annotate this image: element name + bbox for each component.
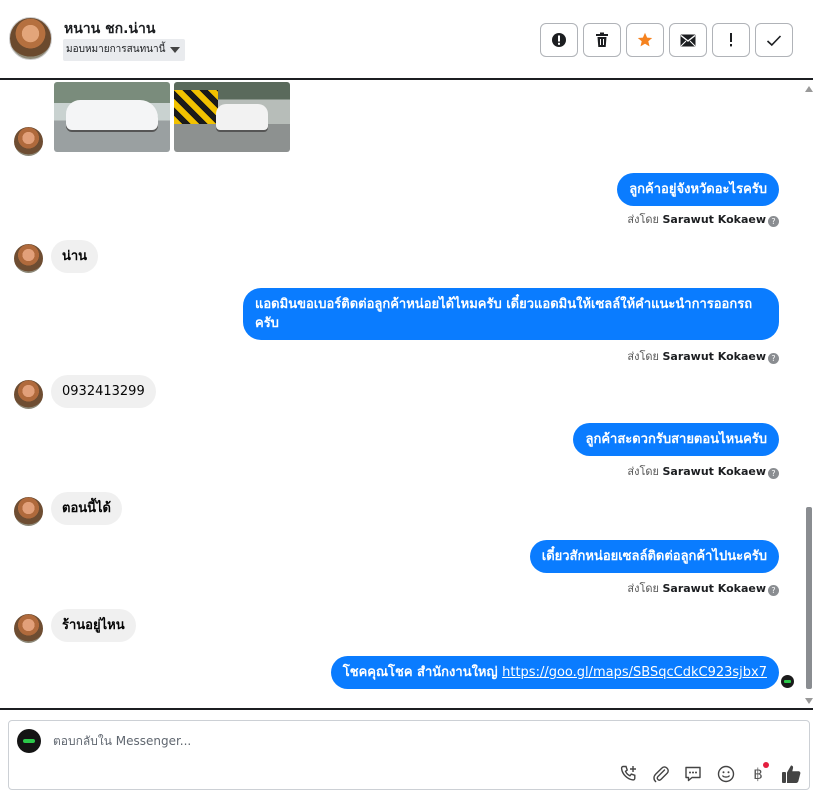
- contact-avatar-small: [14, 380, 43, 409]
- message-thread[interactable]: ลูกค้าอยู่จังหวัดอะไรครับ ส่งโดย Sarawut…: [0, 82, 813, 708]
- follow-up-star-button[interactable]: [626, 23, 664, 57]
- emoji-icon: [717, 765, 735, 783]
- mark-spam-button[interactable]: [540, 23, 578, 57]
- message-text: โชคคุณโชค สำนักงานใหญ่: [342, 665, 503, 680]
- attach-button[interactable]: [649, 762, 673, 786]
- sent-by-label: ส่งโดย Sarawut Kokaew?: [627, 462, 779, 480]
- contact-avatar-small: [14, 127, 43, 156]
- notification-dot: [763, 762, 769, 768]
- contact-avatar-small: [14, 497, 43, 526]
- important-icon: [730, 33, 732, 47]
- like-icon: [781, 765, 800, 783]
- composer-divider: [0, 708, 813, 710]
- mark-unread-button[interactable]: [669, 23, 707, 57]
- sent-by-label: ส่งโดย Sarawut Kokaew?: [627, 210, 779, 228]
- outgoing-message: เดี๋ยวสักหน่อยเซลล์ติดต่อลูกค้าไปนะครับ: [529, 540, 779, 573]
- reply-composer: ฿: [8, 720, 810, 790]
- trash-icon: [596, 32, 608, 47]
- outgoing-message: แอดมินขอเบอร์ติดต่อลูกค้าหน่อยได้ไหมครับ…: [243, 288, 779, 340]
- call-button[interactable]: [617, 762, 641, 786]
- outgoing-message: โชคคุณโชค สำนักงานใหญ่ https://goo.gl/ma…: [330, 656, 779, 689]
- delete-button[interactable]: [583, 23, 621, 57]
- attachment-image[interactable]: [174, 82, 290, 152]
- payment-button[interactable]: ฿: [746, 762, 770, 786]
- reply-input[interactable]: [53, 734, 613, 748]
- incoming-message: ตอนนี้ได้: [51, 492, 123, 525]
- page-avatar: [17, 729, 41, 753]
- assign-conversation-dropdown[interactable]: มอบหมายการสนทนานี้: [63, 39, 186, 61]
- outgoing-message: ลูกค้าสะดวกรับสายตอนไหนครับ: [573, 423, 779, 456]
- check-icon: [766, 34, 782, 46]
- mail-icon: [680, 34, 696, 46]
- help-icon[interactable]: ?: [768, 585, 779, 596]
- seen-indicator-avatar: [781, 675, 794, 688]
- help-icon[interactable]: ?: [768, 468, 779, 479]
- sent-by-label: ส่งโดย Sarawut Kokaew?: [627, 579, 779, 597]
- contact-name[interactable]: หนาน ชก.น่าน: [64, 18, 155, 40]
- spam-icon: [552, 33, 566, 47]
- outgoing-message: ลูกค้าอยู่จังหวัดอะไรครับ: [617, 173, 779, 206]
- chat-scrollbar[interactable]: [805, 82, 813, 708]
- star-icon: [637, 32, 653, 47]
- help-icon[interactable]: ?: [768, 353, 779, 364]
- saved-reply-icon: [685, 766, 701, 782]
- baht-payment-icon: ฿: [753, 765, 763, 783]
- caret-down-icon: [170, 47, 181, 53]
- emoji-button[interactable]: [714, 762, 738, 786]
- attach-icon: [653, 766, 669, 783]
- scrollbar-thumb[interactable]: [806, 507, 812, 689]
- call-icon: [620, 765, 636, 781]
- like-button[interactable]: [779, 762, 803, 786]
- attachment-image[interactable]: [54, 82, 170, 152]
- contact-avatar[interactable]: [9, 17, 52, 60]
- help-icon[interactable]: ?: [768, 216, 779, 227]
- contact-avatar-small: [14, 244, 43, 273]
- scroll-down-arrow-icon[interactable]: [805, 698, 813, 704]
- contact-avatar-small: [14, 614, 43, 643]
- saved-reply-button[interactable]: [681, 762, 705, 786]
- assign-conversation-label: มอบหมายการสนทนานี้: [66, 44, 166, 55]
- mark-done-button[interactable]: [755, 23, 793, 57]
- scroll-up-arrow-icon[interactable]: [805, 86, 813, 92]
- map-link[interactable]: https://goo.gl/maps/SBSqcCdkC923sjbx7: [502, 665, 767, 680]
- conversation-header: หนาน ชก.น่าน มอบหมายการสนทนานี้: [0, 0, 813, 80]
- incoming-message: 0932413299: [51, 375, 156, 408]
- sent-by-label: ส่งโดย Sarawut Kokaew?: [627, 347, 779, 365]
- conversation-toolbar: [540, 23, 793, 57]
- incoming-message: ร้านอยู่ไหน: [51, 609, 136, 642]
- incoming-message: น่าน: [51, 240, 99, 273]
- mark-important-button[interactable]: [712, 23, 750, 57]
